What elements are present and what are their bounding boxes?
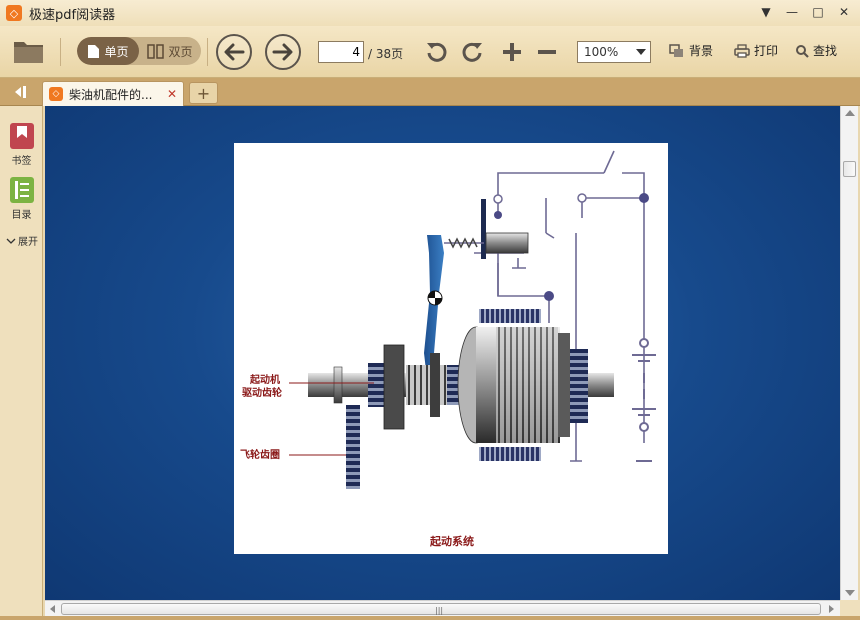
bookmark-icon [9, 123, 34, 149]
vertical-scroll-thumb[interactable] [843, 161, 856, 177]
scroll-up-icon[interactable] [845, 110, 855, 116]
printer-icon [734, 43, 750, 58]
minus-icon [538, 50, 556, 54]
background-label: 背景 [689, 44, 714, 58]
zoom-out-button[interactable] [533, 38, 561, 66]
tab-title: 柴油机配件的... [69, 87, 153, 102]
menu-dropdown-button[interactable]: ▼ [756, 3, 776, 21]
previous-page-button[interactable] [216, 34, 252, 70]
search-icon [796, 44, 809, 58]
new-tab-button[interactable]: + [189, 82, 218, 104]
rotate-cw-icon [462, 42, 482, 62]
drive-pinion [368, 363, 386, 407]
search-label: 查找 [813, 44, 838, 58]
diagram-caption: 起动系统 [429, 534, 474, 548]
commutator [570, 349, 588, 423]
pdf-page: 起动机 驱动齿轮 飞轮齿圈 起动系统 [234, 143, 668, 554]
arrow-right-icon [272, 43, 293, 61]
starter-system-diagram: 起动机 驱动齿轮 飞轮齿圈 起动系统 [240, 150, 656, 548]
zoom-select[interactable]: 100% [577, 41, 651, 63]
scroll-grip-icon: ||| [435, 606, 444, 615]
close-tab-icon[interactable]: ✕ [167, 87, 177, 101]
toc-button[interactable]: 目录 [0, 176, 43, 221]
window-bottom-border [0, 616, 860, 620]
single-page-label: 单页 [104, 44, 129, 59]
chevron-down-icon [636, 49, 646, 55]
toc-label: 目录 [11, 210, 32, 221]
scroll-right-icon[interactable] [829, 605, 834, 613]
double-page-icon [147, 43, 165, 59]
single-page-button[interactable]: 单页 [77, 37, 139, 65]
zoom-in-button[interactable] [498, 38, 526, 66]
pdf-file-icon: ◇ [49, 87, 63, 101]
double-page-button[interactable]: 双页 [139, 37, 201, 65]
title-bar: ◇ 极速pdf阅读器 ▼ — □ ✕ [0, 0, 860, 26]
single-page-icon [88, 44, 100, 58]
horizontal-scroll-thumb[interactable]: ||| [61, 603, 821, 615]
bookmarks-label: 书签 [11, 156, 32, 167]
view-mode-toggle: 单页 双页 [77, 37, 201, 65]
label-flywheel: 飞轮齿圈 [240, 448, 280, 461]
plus-icon [503, 43, 521, 61]
search-button[interactable]: 查找 [795, 42, 837, 59]
next-page-button[interactable] [265, 34, 301, 70]
collapse-sidebar-icon [15, 86, 26, 98]
maximize-button[interactable]: □ [808, 3, 828, 21]
tab-bar: ◇ 柴油机配件的... ✕ + [0, 78, 860, 106]
vertical-scrollbar[interactable] [840, 106, 858, 600]
page-total-label: / 38页 [368, 47, 404, 61]
arrow-left-icon [224, 43, 245, 61]
page-number-input[interactable] [318, 41, 364, 63]
sidebar-toggle-button[interactable] [4, 81, 38, 103]
document-viewer[interactable]: 起动机 驱动齿轮 飞轮齿圈 起动系统 [45, 106, 840, 600]
armature-top-fins [479, 309, 541, 323]
minimize-button[interactable]: — [782, 3, 802, 21]
chevron-down-icon [6, 238, 16, 244]
armature-bottom-fins [479, 447, 541, 461]
background-icon [669, 43, 683, 57]
zoom-value: 100% [584, 45, 619, 59]
expand-button[interactable]: 展开 [6, 233, 38, 248]
window-controls: ▼ — □ ✕ [756, 3, 854, 21]
print-button[interactable]: 打印 [734, 42, 778, 59]
bookmarks-button[interactable]: 书签 [0, 122, 43, 167]
scroll-left-icon[interactable] [50, 605, 55, 613]
open-file-button[interactable] [12, 36, 46, 66]
table-of-contents-icon [9, 177, 34, 203]
label-starter-gear-line1: 起动机 [249, 373, 280, 386]
solenoid [444, 199, 529, 259]
rotate-ccw-icon [427, 42, 447, 62]
left-panel: 书签 目录 展开 [0, 106, 43, 620]
close-window-button[interactable]: ✕ [834, 3, 854, 21]
toolbar: 单页 双页 / 38页 [0, 26, 860, 78]
rotate-left-button[interactable] [423, 38, 451, 66]
rotate-right-button[interactable] [458, 38, 486, 66]
horizontal-scrollbar[interactable]: ||| [45, 600, 840, 616]
folder-icon [14, 42, 43, 63]
window-title: 极速pdf阅读器 [29, 7, 116, 23]
document-tab[interactable]: ◇ 柴油机配件的... ✕ [42, 81, 184, 106]
toolbar-divider [207, 38, 208, 66]
background-button[interactable]: 背景 [669, 42, 713, 59]
app-logo-icon: ◇ [6, 5, 22, 21]
double-page-label: 双页 [168, 44, 193, 59]
scroll-down-icon[interactable] [845, 590, 855, 596]
expand-label: 展开 [18, 237, 38, 248]
flywheel-ring-gear [346, 405, 360, 489]
toolbar-divider [60, 38, 61, 66]
print-label: 打印 [754, 44, 779, 58]
label-starter-gear-line2: 驱动齿轮 [242, 386, 282, 399]
